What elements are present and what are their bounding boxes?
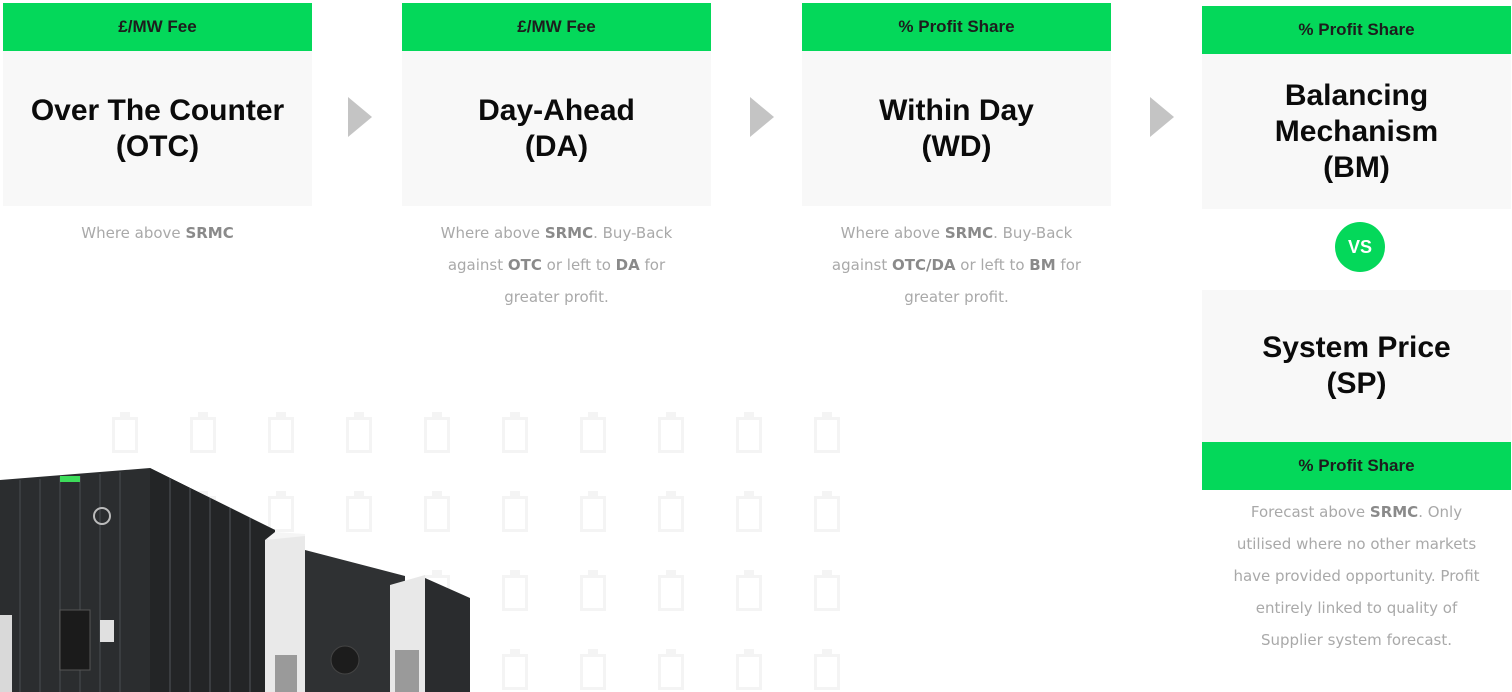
- battery-icon: [502, 412, 528, 453]
- market-card-da: Day-Ahead (DA): [402, 51, 711, 206]
- desc-text: or left to: [955, 256, 1030, 274]
- market-column-da: £/MW Fee Day-Ahead (DA) Where above SRMC…: [402, 0, 711, 313]
- desc-bold: SRMC: [544, 224, 594, 242]
- battery-icon: [658, 412, 684, 453]
- battery-icon: [112, 412, 138, 453]
- battery-icon: [190, 412, 216, 453]
- market-title-line: Mechanism: [1274, 114, 1439, 148]
- desc-text: for: [1055, 256, 1082, 274]
- market-description-sp: Forecast above SRMC. Only utilised where…: [1202, 496, 1511, 656]
- market-title-abbr: (OTC): [115, 129, 200, 163]
- battery-icon: [658, 570, 684, 611]
- battery-icon: [580, 570, 606, 611]
- market-title-abbr: (DA): [524, 129, 589, 163]
- chevron-right-icon: [348, 97, 372, 137]
- vs-badge: VS: [1335, 222, 1385, 272]
- fee-type-label: % Profit Share: [1202, 6, 1511, 54]
- battery-icon: [658, 491, 684, 532]
- desc-text: entirely linked to quality of: [1255, 599, 1458, 617]
- desc-text: greater profit.: [904, 288, 1009, 306]
- battery-icon: [268, 412, 294, 453]
- desc-bold: SRMC: [185, 224, 234, 242]
- fee-type-label: £/MW Fee: [402, 3, 711, 51]
- market-title-line: Day-Ahead: [478, 93, 635, 127]
- market-card-otc: Over The Counter (OTC): [3, 51, 312, 206]
- market-column-otc: £/MW Fee Over The Counter (OTC) Where ab…: [3, 0, 312, 249]
- market-description-wd: Where above SRMC. Buy-Back against OTC/D…: [802, 217, 1111, 313]
- battery-icon: [502, 649, 528, 690]
- desc-bold: OTC/DA: [891, 256, 956, 274]
- market-title-line: Within Day: [879, 93, 1034, 127]
- desc-text: greater profit.: [504, 288, 609, 306]
- desc-text: for: [639, 256, 666, 274]
- desc-bold: SRMC: [944, 224, 994, 242]
- desc-text: . Only: [1418, 503, 1463, 521]
- market-card-bm: Balancing Mechanism (BM): [1202, 54, 1511, 209]
- desc-bold: BM: [1029, 256, 1056, 274]
- market-title-line: System Price: [1262, 331, 1451, 364]
- battery-icon: [658, 649, 684, 690]
- fee-type-label: % Profit Share: [1202, 442, 1511, 490]
- desc-text: Where above: [840, 224, 945, 242]
- market-card-sp: System Price (SP): [1202, 290, 1511, 442]
- desc-text: Where above: [440, 224, 545, 242]
- desc-text: or left to: [541, 256, 616, 274]
- desc-text: against: [831, 256, 892, 274]
- chevron-right-icon: [1150, 97, 1174, 137]
- battery-icon: [502, 570, 528, 611]
- desc-text: Forecast above: [1250, 503, 1370, 521]
- battery-icon: [814, 412, 840, 453]
- market-title-abbr: (BM): [1323, 150, 1390, 184]
- market-description-otc: Where above SRMC: [3, 217, 312, 249]
- market-card-wd: Within Day (WD): [802, 51, 1111, 206]
- market-description-da: Where above SRMC. Buy-Back against OTC o…: [402, 217, 711, 313]
- battery-container-image: [0, 468, 470, 692]
- desc-text: against: [447, 256, 508, 274]
- desc-text: . Buy-Back: [593, 224, 673, 242]
- battery-icon: [814, 491, 840, 532]
- desc-bold: OTC: [507, 256, 542, 274]
- battery-icon: [814, 570, 840, 611]
- battery-icon: [736, 649, 762, 690]
- desc-text: Where above: [81, 224, 186, 242]
- battery-icon: [580, 491, 606, 532]
- battery-icon: [580, 649, 606, 690]
- desc-text: utilised where no other markets: [1236, 535, 1477, 553]
- market-title-abbr: (WD): [921, 129, 992, 163]
- fee-type-label: £/MW Fee: [3, 3, 312, 51]
- market-column-wd: % Profit Share Within Day (WD) Where abo…: [802, 0, 1111, 313]
- battery-icon: [736, 412, 762, 453]
- battery-icon: [814, 649, 840, 690]
- desc-text: have provided opportunity. Profit: [1233, 567, 1480, 585]
- battery-icon: [736, 491, 762, 532]
- battery-icon: [580, 412, 606, 453]
- desc-text: Supplier system forecast.: [1261, 631, 1452, 649]
- fee-type-label: % Profit Share: [802, 3, 1111, 51]
- battery-icon: [424, 412, 450, 453]
- desc-bold: SRMC: [1369, 503, 1419, 521]
- chevron-right-icon: [750, 97, 774, 137]
- battery-icon: [502, 491, 528, 532]
- market-title-line: Over The Counter: [30, 93, 285, 127]
- market-title-line: Balancing: [1284, 78, 1429, 112]
- market-column-bm: % Profit Share Balancing Mechanism (BM): [1202, 0, 1511, 209]
- desc-text: . Buy-Back: [993, 224, 1073, 242]
- battery-icon: [736, 570, 762, 611]
- battery-icon: [346, 412, 372, 453]
- desc-bold: DA: [615, 256, 640, 274]
- market-title-abbr: (SP): [1326, 367, 1387, 400]
- market-column-sp: System Price (SP) % Profit Share Forecas…: [1202, 290, 1511, 656]
